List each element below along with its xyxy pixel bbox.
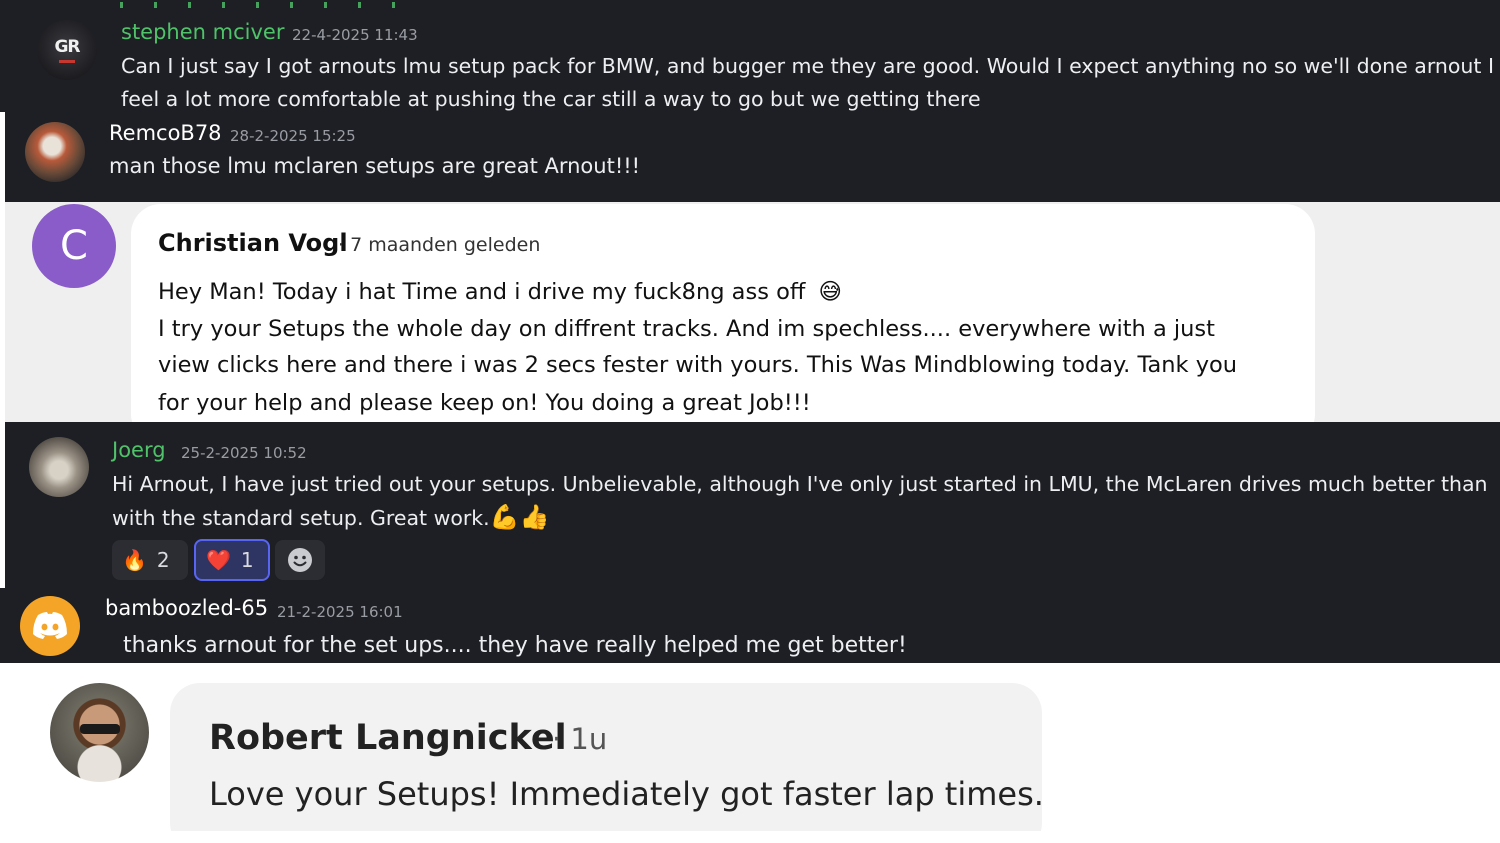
timestamp: 22-4-2025 11:43 xyxy=(292,26,418,44)
message-text: man those lmu mclaren setups are great A… xyxy=(109,154,641,178)
author-name[interactable]: Christian Vogl xyxy=(158,229,348,257)
username[interactable]: bamboozled-65 xyxy=(105,596,268,620)
comment-christian: C Christian Vogl · 7 maanden geleden Hey… xyxy=(5,202,1500,422)
add-reaction-button[interactable] xyxy=(275,540,325,580)
heart-emoji-icon: ❤️ xyxy=(206,548,231,572)
avatar[interactable]: GR xyxy=(37,20,97,80)
sunglasses xyxy=(80,724,120,734)
avatar-logo-text: GR xyxy=(54,37,80,57)
avatar[interactable]: C xyxy=(32,204,116,288)
author-name[interactable]: Robert Langnickel xyxy=(209,718,567,758)
comment-bubble: Christian Vogl · 7 maanden geleden Hey M… xyxy=(131,204,1315,422)
reaction-fire[interactable]: 🔥 2 xyxy=(112,540,188,580)
flexed-biceps-thumbs-up-emoji-icon: 💪👍 xyxy=(489,503,550,531)
message-line-3: view clicks here and there i was 2 secs … xyxy=(158,352,1238,378)
message-line-2-row: with the standard setup. Great work.💪👍 xyxy=(112,501,549,535)
message-line-1: Hi Arnout, I have just tried out your se… xyxy=(112,472,1488,496)
timestamp: 21-2-2025 16:01 xyxy=(277,603,403,621)
avatar[interactable] xyxy=(50,683,149,782)
timestamp: 28-2-2025 15:25 xyxy=(230,127,356,145)
message-text: Love your Setups! Immediately got faster… xyxy=(209,775,1044,813)
comment-stephen: GR stephen mciver 22-4-2025 11:43 Can I … xyxy=(0,0,1500,112)
timestamp: 25-2-2025 10:52 xyxy=(181,444,307,462)
avatar[interactable] xyxy=(20,596,80,656)
message-line-2: feel a lot more comfortable at pushing t… xyxy=(121,87,981,111)
message-line-1: Can I just say I got arnouts lmu setup p… xyxy=(121,54,1495,78)
comment-robert: Robert Langnickel · 1u Love your Setups!… xyxy=(0,663,1500,831)
time-ago: · 7 maanden geleden xyxy=(338,234,541,256)
username[interactable]: stephen mciver xyxy=(121,20,284,44)
comment-remco: RemcoB78 28-2-2025 15:25 man those lmu m… xyxy=(5,112,1500,202)
message-text: thanks arnout for the set ups.... they h… xyxy=(123,633,907,658)
comment-bubble: Robert Langnickel · 1u Love your Setups!… xyxy=(170,683,1044,831)
message-line-4: for your help and please keep on! You do… xyxy=(158,390,811,416)
fire-emoji-icon: 🔥 xyxy=(122,548,147,572)
discord-logo-icon xyxy=(33,612,67,639)
username[interactable]: RemcoB78 xyxy=(109,121,222,145)
reaction-count: 1 xyxy=(240,548,254,572)
grinning-sweat-emoji-icon: 😅 xyxy=(818,279,842,305)
cut-off-previous-message xyxy=(120,2,410,8)
avatar-letter: C xyxy=(60,223,88,269)
smiley-icon xyxy=(288,548,312,572)
time-ago: · 1u xyxy=(552,722,608,756)
message-line-1: Hey Man! Today i hat Time and i drive my… xyxy=(158,279,806,305)
reaction-count: 2 xyxy=(156,548,170,572)
comment-bamboozled: bamboozled-65 21-2-2025 16:01 thanks arn… xyxy=(0,588,1500,663)
avatar[interactable] xyxy=(29,437,89,497)
message-line-2: with the standard setup. Great work. xyxy=(112,506,490,530)
comment-joerg: Joerg 25-2-2025 10:52 Hi Arnout, I have … xyxy=(5,422,1500,588)
message-line-1-row: Hey Man! Today i hat Time and i drive my… xyxy=(158,274,842,310)
username[interactable]: Joerg xyxy=(112,438,166,462)
avatar[interactable] xyxy=(25,122,85,182)
message-line-2: I try your Setups the whole day on diffr… xyxy=(158,316,1215,342)
reaction-heart[interactable]: ❤️ 1 xyxy=(194,539,270,581)
